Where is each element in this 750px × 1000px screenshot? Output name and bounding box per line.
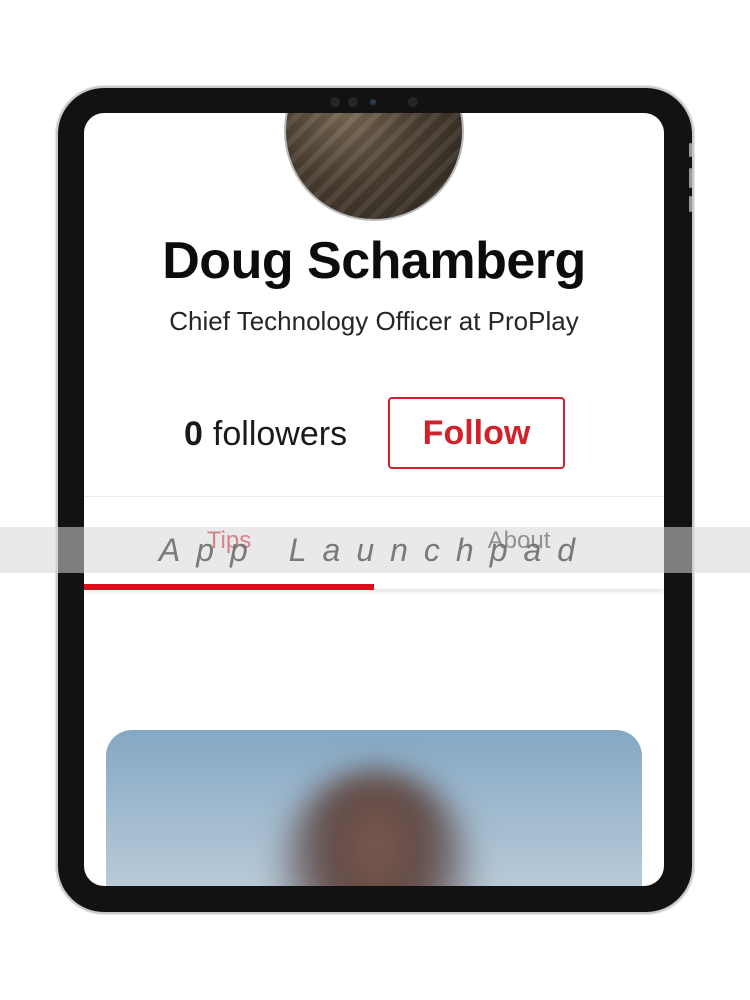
- app-store-screenshot: Doug Schamberg Chief Technology Officer …: [0, 0, 750, 1000]
- follow-button[interactable]: Follow: [388, 397, 565, 469]
- followers-count: 0: [184, 415, 203, 453]
- tab-tips[interactable]: Tips: [84, 497, 374, 585]
- tip-card[interactable]: [106, 730, 642, 886]
- followers-stat: 0 followers: [184, 415, 347, 454]
- avatar: [284, 113, 464, 221]
- profile-tabs: Tips About: [84, 496, 664, 590]
- app-screen: Doug Schamberg Chief Technology Officer …: [84, 113, 664, 886]
- followers-label: followers: [212, 415, 348, 453]
- profile-role: Chief Technology Officer at ProPlay: [169, 306, 579, 336]
- camera-icon: [370, 99, 376, 105]
- device-side-button: [689, 168, 692, 188]
- active-tab-indicator: [84, 584, 374, 590]
- device-side-button: [689, 196, 692, 212]
- sensor-icon: [330, 97, 340, 107]
- tab-about[interactable]: About: [374, 497, 664, 585]
- device-side-button: [689, 143, 692, 157]
- camera-sensors: [318, 97, 430, 107]
- sensor-icon: [348, 97, 358, 107]
- tip-image: [276, 770, 476, 886]
- sensor-icon: [408, 97, 418, 107]
- profile-name: Doug Schamberg: [162, 232, 586, 290]
